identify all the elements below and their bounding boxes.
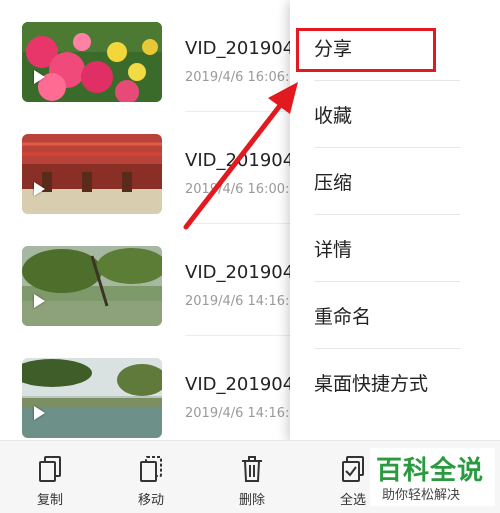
menu-item-compress[interactable]: 压缩	[290, 148, 500, 215]
menu-item-label: 桌面快捷方式	[314, 373, 429, 395]
list-item[interactable]: VID_20190406_141649 2019/4/6 14:16:49	[0, 224, 395, 336]
move-label: 移动	[137, 493, 164, 508]
video-meta: 2019/4/6 16:06:28	[185, 70, 306, 85]
menu-item-label: 收藏	[314, 105, 353, 127]
video-thumbnail	[22, 22, 162, 102]
delete-button[interactable]: 删除	[207, 441, 297, 513]
trash-icon	[242, 456, 262, 482]
video-meta: 2019/4/6 14:16:49	[185, 294, 306, 309]
menu-item-rename[interactable]: 重命名	[290, 282, 500, 349]
menu-item-desktop-shortcut[interactable]: 桌面快捷方式	[290, 349, 500, 416]
menu-item-label: 重命名	[314, 306, 372, 328]
watermark-logo: 百科全说 助你轻松解决	[370, 448, 495, 506]
select-all-icon	[342, 456, 364, 482]
menu-item-label: 压缩	[314, 172, 353, 194]
menu-item-label: 详情	[314, 239, 353, 261]
copy-icon	[39, 456, 61, 482]
copy-button[interactable]: 复制	[5, 441, 95, 513]
list-item[interactable]: VID_20190406_141639 2019/4/6 14:16:39 13…	[0, 336, 395, 448]
copy-label: 复制	[36, 493, 63, 508]
menu-item-favorite[interactable]: 收藏	[290, 81, 500, 148]
video-meta: 2019/4/6 16:00:37	[185, 182, 306, 197]
video-thumbnail	[22, 358, 162, 438]
move-button[interactable]: 移动	[106, 441, 196, 513]
video-thumbnail	[22, 246, 162, 326]
list-item[interactable]: VID_20190406_160628 2019/4/6 16:06:28	[0, 0, 395, 112]
play-icon	[34, 70, 45, 84]
share-highlight-box	[296, 28, 436, 72]
watermark-title: 百科全说	[376, 456, 485, 486]
menu-item-details[interactable]: 详情	[290, 215, 500, 282]
delete-label: 删除	[238, 493, 265, 508]
play-icon	[34, 406, 45, 420]
play-icon	[34, 294, 45, 308]
play-icon	[34, 182, 45, 196]
move-icon	[140, 456, 162, 482]
list-item[interactable]: VID_20190406_160037 2019/4/6 16:00:37	[0, 112, 395, 224]
video-thumbnail	[22, 134, 162, 214]
watermark-subtitle: 助你轻松解决	[382, 488, 461, 503]
